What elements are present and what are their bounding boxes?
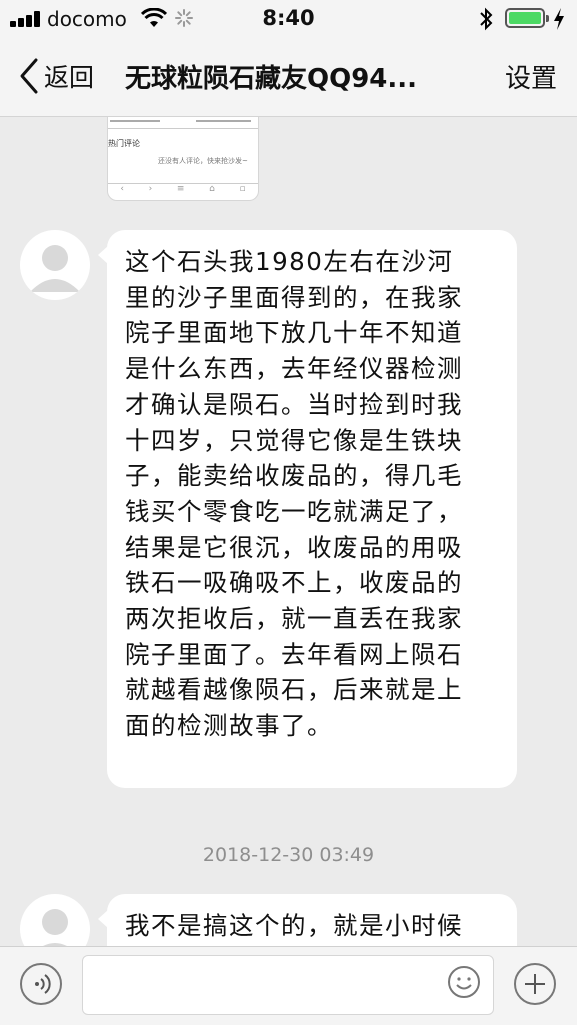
message-line: 这个石头我1980左右在沙河 (125, 247, 454, 276)
message-line: 我不是搞这个的，就是小时候 (125, 911, 463, 940)
emoji-icon[interactable] (447, 965, 481, 999)
message-timestamp: 2018-12-30 03:49 (202, 844, 375, 866)
input-bar (0, 946, 577, 1025)
message-line: 里的沙子里面得到的，在我家 (125, 282, 463, 312)
message-line: 钱买个零食吃一吃就满足了， (125, 496, 463, 526)
preview-empty-text: 还没有人评论，快来抢沙发~ (158, 157, 248, 165)
message-bubble[interactable]: 我不是搞这个的，就是小时候 (98, 894, 517, 946)
message-line: 院子里面地下放几十年不知道 (125, 318, 463, 348)
message-line: 两次拒收后，就一直丢在我家 (125, 604, 463, 634)
chevron-left-icon (20, 58, 38, 94)
settings-button[interactable]: 设置 (505, 58, 557, 95)
message-line: 院子里面了。去年看网上陨石 (125, 639, 463, 669)
default-user-icon (30, 245, 80, 292)
chat-title: 无球粒陨石藏友QQ94... (125, 64, 418, 94)
voice-input-button[interactable] (20, 963, 62, 1005)
shared-link-preview[interactable]: 热门评论 还没有人评论，快来抢沙发~ ‹ › ≡ ⌂ ▫ (107, 117, 259, 201)
message-line: 十四岁，只觉得它像是生铁块 (125, 425, 463, 455)
preview-section-heading: 热门评论 (108, 139, 140, 148)
voice-icon (35, 974, 51, 994)
message-line: 才确认是陨石。当时捡到时我 (125, 389, 463, 419)
back-label: 返回 (44, 63, 95, 92)
plus-icon (525, 974, 545, 994)
message-line: 就越看越像陨石，后来就是上 (125, 675, 463, 705)
nav-bar: 返回 无球粒陨石藏友QQ94... 设置 (0, 38, 577, 117)
default-user-icon (42, 909, 68, 946)
bluetooth-icon (480, 7, 493, 31)
message-input[interactable] (82, 955, 494, 1015)
status-bar: docomo 8:40 (0, 0, 577, 38)
preview-toolbar: ‹ › ≡ ⌂ ▫ (120, 184, 246, 194)
message-line: 是什么东西，去年经仪器检测 (125, 354, 463, 384)
back-button[interactable]: 返回 (18, 56, 94, 96)
avatar[interactable] (20, 230, 90, 300)
battery-icon (505, 8, 549, 28)
charging-bolt-icon (554, 8, 564, 30)
message-line: 面的检测故事了。 (125, 711, 333, 741)
message-line: 结果是它很沉，收废品的用吸 (125, 532, 463, 562)
message-line: 子，能卖给收废品的，得几毛 (125, 461, 463, 491)
chat-area[interactable]: 热门评论 还没有人评论，快来抢沙发~ ‹ › ≡ ⌂ ▫ 这个石头我1980左右在沙河 … (0, 117, 577, 946)
message-line: 铁石一吸确吸不上，收废品的 (125, 568, 463, 598)
more-button[interactable] (514, 963, 556, 1005)
avatar[interactable] (20, 894, 90, 946)
message-bubble[interactable]: 这个石头我1980左右在沙河 里的沙子里面得到的，在我家 院子里面地下放几十年不… (98, 230, 517, 788)
